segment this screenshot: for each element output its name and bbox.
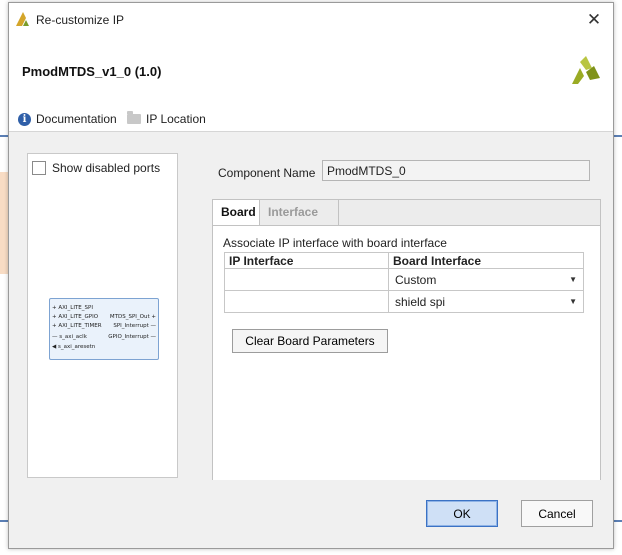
chevron-down-icon: ▼ (569, 297, 577, 306)
board-interface-value: shield spi (395, 294, 446, 309)
ip-symbol-block: + AXI_LITE_SPI + AXI_LITE_GPIO + AXI_LIT… (49, 298, 159, 360)
close-button[interactable]: ✕ (584, 10, 604, 30)
documentation-link[interactable]: i Documentation (18, 112, 117, 126)
board-interface-value: Custom (395, 272, 437, 287)
background-app-line (0, 520, 8, 522)
tab-panel: Board Interface Associate IP interface w… (212, 199, 601, 480)
board-tab-content: Associate IP interface with board interf… (213, 226, 600, 480)
port-label-left: + AXI_LITE_GPIO (52, 314, 99, 320)
ip-interface-cell[interactable] (224, 268, 389, 291)
board-interface-table: IP Interface Board Interface Custom ▼ sh… (224, 252, 584, 313)
port-label-left: ◀ s_axi_aresetn (52, 344, 96, 350)
title-bar: Re-customize IP ✕ (9, 3, 613, 37)
ip-location-label: IP Location (146, 112, 206, 126)
ok-button[interactable]: OK (426, 500, 498, 527)
board-description: Associate IP interface with board interf… (223, 236, 447, 250)
column-header-ip-interface: IP Interface (224, 252, 389, 269)
ip-symbol-panel: Show disabled ports + AXI_LITE_SPI + AXI… (27, 153, 178, 478)
tab-bar: Board Interface (213, 200, 600, 226)
vivado-app-icon (16, 12, 30, 29)
window-title: Re-customize IP (36, 13, 125, 27)
background-app-line (614, 520, 622, 522)
port-label-right: SPI_Interrupt — (113, 323, 156, 329)
port-label-right: MTDS_SPI_Out + (109, 314, 156, 320)
ip-location-link[interactable]: IP Location (127, 111, 206, 126)
re-customize-ip-dialog: Re-customize IP ✕ PmodMTDS_v1_0 (1.0) i … (8, 2, 614, 549)
tab-interface[interactable]: Interface (260, 200, 339, 225)
ip-interface-cell[interactable] (224, 290, 389, 313)
ip-name-title: PmodMTDS_v1_0 (1.0) (22, 64, 162, 79)
cancel-button[interactable]: Cancel (521, 500, 593, 527)
checkbox-box[interactable] (32, 161, 46, 175)
component-name-input[interactable] (322, 160, 590, 181)
folder-icon (127, 111, 141, 124)
chevron-down-icon: ▼ (569, 275, 577, 284)
background-app-line (614, 135, 622, 137)
xilinx-logo-icon (570, 56, 602, 89)
dialog-header: PmodMTDS_v1_0 (1.0) i Documentation IP L… (9, 37, 613, 132)
component-name-label: Component Name (218, 166, 316, 180)
clear-board-parameters-button[interactable]: Clear Board Parameters (232, 329, 388, 353)
show-disabled-ports-label: Show disabled ports (52, 161, 161, 175)
board-interface-select[interactable]: Custom ▼ (388, 268, 584, 291)
port-label-left: + AXI_LITE_SPI (52, 305, 93, 311)
port-label-left: + AXI_LITE_TIMER (52, 323, 102, 329)
port-label-left: — s_axi_aclk (52, 334, 87, 340)
documentation-label: Documentation (36, 112, 117, 126)
background-app-highlight (0, 172, 8, 274)
background-app-line (0, 135, 8, 137)
table-row: shield spi ▼ (224, 290, 584, 313)
tab-board[interactable]: Board (213, 200, 260, 225)
table-row: Custom ▼ (224, 268, 584, 291)
port-label-right: GPIO_Interrupt — (108, 334, 156, 340)
show-disabled-ports-checkbox[interactable]: Show disabled ports (32, 161, 160, 175)
info-icon: i (18, 112, 31, 126)
column-header-board-interface: Board Interface (388, 252, 584, 269)
board-interface-select[interactable]: shield spi ▼ (388, 290, 584, 313)
table-header-row: IP Interface Board Interface (224, 252, 584, 269)
